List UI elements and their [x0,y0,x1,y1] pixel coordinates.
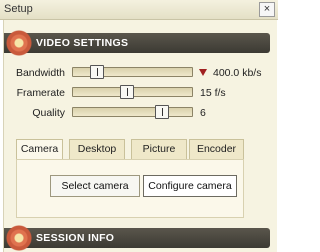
video-settings-title: VIDEO SETTINGS [36,37,129,49]
window-titlebar: Setup × [0,0,278,20]
tab-encoder[interactable]: Encoder [189,139,244,159]
setup-panel: VIDEO SETTINGS Bandwidth 400.0 kb/s Fram… [3,20,277,252]
bandwidth-slider[interactable] [72,65,193,79]
bandwidth-label: Bandwidth [15,67,65,79]
session-info-title: SESSION INFO [36,232,115,244]
triangle-down-icon[interactable] [199,69,207,76]
tab-picture[interactable]: Picture [131,139,187,159]
video-settings-header: VIDEO SETTINGS [4,30,270,56]
configure-camera-button[interactable]: Configure camera [143,175,237,197]
camera-tab-panel: Select camera Configure camera [16,159,244,218]
bandwidth-slider-thumb[interactable] [90,65,104,79]
quality-slider[interactable] [72,105,193,119]
bandwidth-value: 400.0 kb/s [213,67,262,79]
quality-value: 6 [200,107,206,119]
flower-icon [6,225,32,251]
settings-tabs: Camera Desktop Picture Encoder [16,139,244,160]
select-camera-button[interactable]: Select camera [50,175,140,197]
flower-icon [6,30,32,56]
framerate-label: Framerate [16,87,65,99]
session-info-header: SESSION INFO [4,225,270,251]
tab-desktop[interactable]: Desktop [69,139,125,159]
framerate-slider[interactable] [72,85,193,99]
framerate-value: 15 f/s [200,87,226,99]
window-title: Setup [4,3,33,15]
quality-slider-thumb[interactable] [155,105,169,119]
close-icon[interactable]: × [259,2,275,17]
quality-label: Quality [32,107,65,119]
tab-camera[interactable]: Camera [16,139,63,160]
framerate-slider-thumb[interactable] [120,85,134,99]
